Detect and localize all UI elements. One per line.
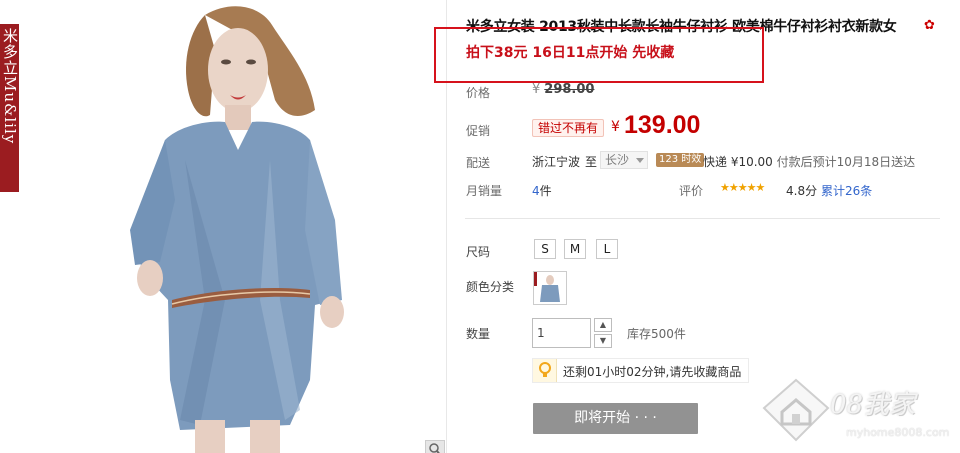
- original-price-value: 298.00: [544, 82, 595, 97]
- quantity-increase-button[interactable]: ▲: [594, 318, 612, 332]
- monthly-sales-label: 月销量: [466, 184, 503, 198]
- brand-logo-tag: 米多立Mu&lily: [0, 24, 19, 192]
- color-label: 颜色分类: [466, 280, 515, 294]
- express-fee: 快递 ¥10.00: [703, 155, 773, 169]
- flower-badge-icon: ✿: [924, 18, 935, 33]
- chevron-down-icon: [636, 158, 644, 163]
- quantity-input[interactable]: 1: [532, 318, 591, 348]
- rating-score: 4.8分: [786, 184, 818, 198]
- size-option-m[interactable]: M: [564, 239, 586, 259]
- sale-price-currency: ¥: [611, 119, 620, 135]
- price-label: 价格: [466, 86, 491, 100]
- product-photo[interactable]: [110, 0, 360, 453]
- ship-from-city: 浙江宁波: [532, 155, 581, 169]
- quantity-decrease-button[interactable]: ▼: [594, 334, 612, 348]
- shipping-info: 快递 ¥10.00 付款后预计10月18日送达: [703, 153, 915, 170]
- color-swatch[interactable]: [533, 271, 567, 305]
- monthly-sales-number: 4: [532, 184, 540, 198]
- house-logo-icon: [762, 378, 830, 442]
- timely-delivery-badge: 123 时效: [656, 153, 705, 167]
- section-divider: [465, 218, 940, 219]
- ship-to-word: 至: [585, 155, 598, 169]
- sale-label: 促销: [466, 124, 491, 138]
- rating-stars-icon: ★★★★★: [720, 181, 765, 194]
- review-count-link[interactable]: 累计26条: [821, 182, 872, 199]
- destination-city-select[interactable]: 长沙: [600, 151, 648, 169]
- watermark-url: myhome8008.com: [846, 426, 950, 439]
- shipping-label: 配送: [466, 156, 491, 170]
- countdown-notice: 还剩01小时02分钟,请先收藏商品: [532, 358, 749, 383]
- coming-soon-button[interactable]: 即将开始 · · ·: [533, 403, 698, 434]
- destination-city-value: 长沙: [605, 153, 630, 167]
- site-watermark: 08我家 myhome8008.com: [758, 372, 960, 453]
- monthly-sales-count: 4件: [532, 182, 552, 199]
- promo-tag: 错过不再有: [532, 119, 605, 137]
- size-label: 尺码: [466, 245, 491, 259]
- watermark-text: 08我家: [830, 390, 916, 420]
- promo-text: 拍下38元 16日11点开始 先收藏: [466, 45, 675, 61]
- size-option-s[interactable]: S: [534, 239, 556, 259]
- product-image-gallery[interactable]: 米多立Mu&lily: [0, 0, 446, 453]
- lightbulb-icon: [533, 359, 557, 382]
- zoom-icon[interactable]: [425, 440, 445, 453]
- stock-count: 库存500件: [627, 327, 686, 341]
- size-option-l[interactable]: L: [596, 239, 618, 259]
- delivery-eta: 付款后预计10月18日送达: [776, 155, 916, 169]
- countdown-text: 还剩01小时02分钟,请先收藏商品: [563, 365, 742, 379]
- original-price-currency: ¥: [532, 82, 541, 97]
- quantity-label: 数量: [466, 327, 491, 341]
- sale-price: 139.00: [624, 111, 701, 139]
- original-price: ¥298.00: [532, 82, 594, 97]
- monthly-sales-unit: 件: [539, 184, 552, 198]
- rating-label: 评价: [679, 184, 704, 198]
